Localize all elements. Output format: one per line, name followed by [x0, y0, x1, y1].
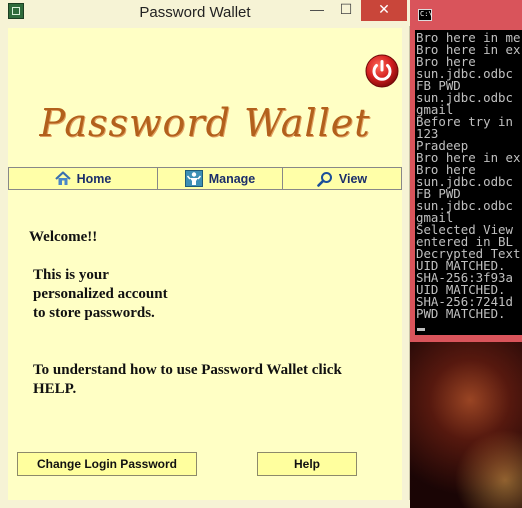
tab-home-label: Home	[76, 171, 112, 186]
help-button[interactable]: Help	[257, 452, 357, 476]
help-instructions: To understand how to use Password Wallet…	[33, 361, 373, 399]
help-line: To understand how to use Password Wallet…	[33, 362, 342, 378]
intro-line: to store passwords.	[33, 305, 155, 321]
titlebar[interactable]: Password Wallet — ☐ ✕	[0, 0, 410, 26]
tab-home[interactable]: Home	[9, 168, 157, 189]
close-button[interactable]: ✕	[361, 0, 407, 21]
power-button[interactable]	[365, 54, 399, 88]
maximize-button[interactable]: ☐	[333, 0, 359, 21]
app-logo: Password Wallet	[39, 101, 371, 145]
tab-manage[interactable]: Manage	[157, 168, 282, 189]
intro-line: personalized account	[33, 286, 168, 302]
password-wallet-window: Password Wallet — ☐ ✕ Password Wallet Ho…	[0, 0, 410, 508]
console-window[interactable]: C:\ Bro here in me Bro here in ex Bro he…	[406, 0, 522, 342]
console-app-icon: C:\	[418, 9, 433, 21]
magnifier-icon	[317, 171, 333, 187]
home-icon	[54, 171, 71, 186]
minimize-button[interactable]: —	[303, 0, 331, 21]
tab-view-label: View	[338, 171, 368, 186]
intro-line: This is your	[33, 267, 109, 283]
console-cursor	[417, 328, 425, 331]
manage-icon	[184, 170, 203, 187]
content-panel: Password Wallet Home Manage View Welcome…	[8, 28, 402, 500]
console-text: Bro here in me Bro here in ex Bro here s…	[416, 30, 521, 321]
change-login-password-button[interactable]: Change Login Password	[17, 452, 197, 476]
tab-manage-label: Manage	[208, 171, 256, 186]
window-frame-bottom	[0, 500, 410, 508]
intro-text: This is your personalized account to sto…	[33, 266, 233, 323]
tab-view[interactable]: View	[282, 168, 401, 189]
welcome-heading: Welcome!!	[29, 229, 98, 245]
power-icon	[365, 54, 399, 88]
nav-bar: Home Manage View	[8, 167, 402, 190]
help-line: HELP.	[33, 381, 77, 397]
console-output[interactable]: Bro here in me Bro here in ex Bro here s…	[415, 30, 522, 335]
console-titlebar[interactable]: C:\	[406, 0, 522, 28]
